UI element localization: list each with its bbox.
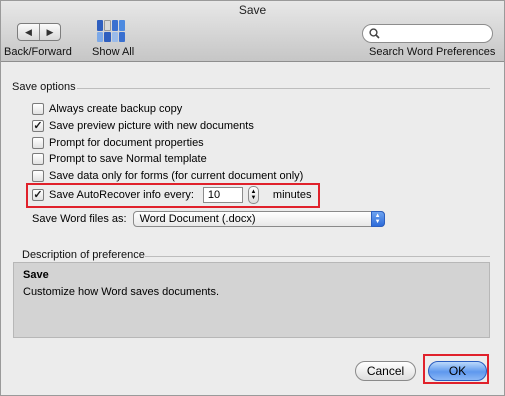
back-arrow-icon: ◀ — [25, 26, 32, 37]
option-autorecover[interactable]: Save AutoRecover info every: 10 ▲ ▼ minu… — [32, 186, 312, 204]
cancel-button[interactable]: Cancel — [355, 361, 416, 381]
checkbox[interactable] — [32, 170, 44, 182]
file-format-value: Word Document (.docx) — [139, 213, 256, 225]
option-document-properties[interactable]: Prompt for document properties — [32, 136, 204, 150]
forward-button[interactable]: ▶ — [39, 24, 60, 40]
save-options-title: Save options — [12, 81, 76, 93]
minutes-stepper[interactable]: ▲ ▼ — [247, 186, 259, 204]
option-label: Save AutoRecover info every: — [49, 189, 194, 201]
description-divider — [145, 256, 490, 257]
description-panel: Save Customize how Word saves documents. — [13, 262, 490, 338]
file-format-select[interactable]: Word Document (.docx) ▲ ▼ — [132, 211, 385, 227]
option-normal-template[interactable]: Prompt to save Normal template — [32, 152, 207, 166]
stepper-down-icon[interactable]: ▼ — [250, 195, 256, 201]
description-heading: Save — [23, 269, 49, 281]
checkbox[interactable] — [32, 153, 44, 165]
back-forward-control: ◀ ▶ — [17, 23, 61, 41]
checkbox[interactable] — [32, 189, 44, 201]
checkbox[interactable] — [32, 137, 44, 149]
checkbox[interactable] — [32, 103, 44, 115]
save-as-label: Save Word files as: — [32, 213, 127, 225]
option-preview-picture[interactable]: Save preview picture with new documents — [32, 119, 254, 133]
description-title: Description of preference — [22, 249, 145, 261]
select-arrows-icon[interactable]: ▲ ▼ — [370, 211, 385, 227]
option-label: Save data only for forms (for current do… — [49, 170, 304, 182]
ok-button[interactable]: OK — [428, 361, 487, 381]
option-backup-copy[interactable]: Always create backup copy — [32, 102, 182, 116]
minutes-label: minutes — [272, 189, 312, 201]
back-forward-label: Back/Forward — [4, 46, 72, 58]
search-label: Search Word Preferences — [369, 46, 496, 58]
save-as-row: Save Word files as: Word Document (.docx… — [32, 211, 385, 227]
show-all-icon[interactable] — [96, 19, 126, 43]
checkbox[interactable] — [32, 120, 44, 132]
window-title: Save — [238, 3, 267, 17]
autorecover-minutes-field[interactable]: 10 — [202, 187, 243, 203]
search-input[interactable] — [362, 24, 493, 43]
description-text: Customize how Word saves documents. — [23, 286, 220, 298]
show-all-button[interactable]: Show All — [92, 46, 134, 58]
search-icon — [369, 28, 380, 39]
option-forms-data[interactable]: Save data only for forms (for current do… — [32, 169, 303, 183]
save-preferences-window: Save ◀ ▶ Back/Forward Show All Search Wo… — [0, 0, 505, 396]
back-button[interactable]: ◀ — [18, 24, 39, 40]
option-label: Prompt to save Normal template — [49, 153, 207, 165]
toolbar: Save ◀ ▶ Back/Forward Show All Search Wo… — [1, 1, 504, 62]
save-options-divider — [77, 88, 490, 89]
forward-arrow-icon: ▶ — [46, 26, 54, 37]
option-label: Prompt for document properties — [49, 137, 204, 149]
option-label: Always create backup copy — [49, 103, 183, 115]
option-label: Save preview picture with new documents — [49, 120, 254, 132]
